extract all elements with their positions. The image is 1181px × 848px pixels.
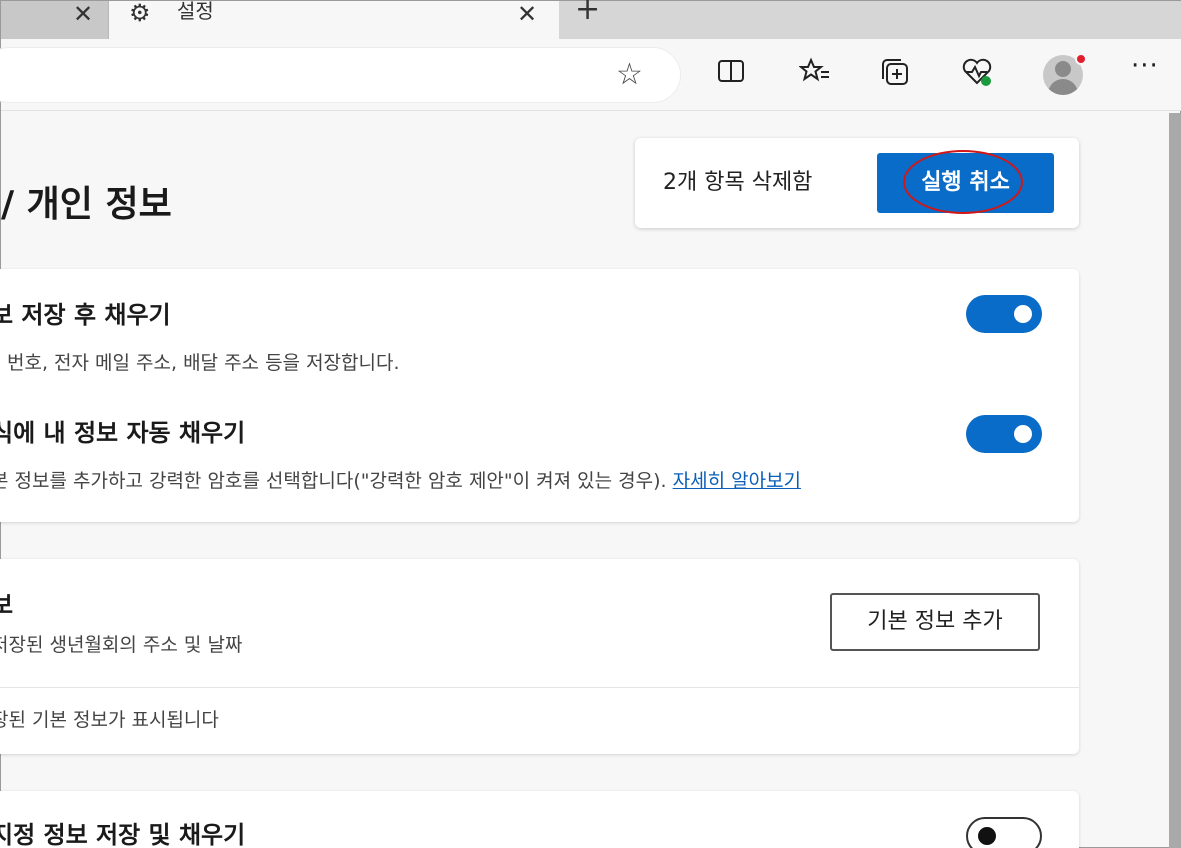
- address-bar[interactable]: ☆: [0, 47, 681, 103]
- toggle-knob: [978, 827, 996, 845]
- avatar-head: [1055, 61, 1071, 77]
- learn-more-link[interactable]: 자세히 알아보기: [673, 470, 801, 492]
- more-icon[interactable]: ···: [1131, 51, 1159, 81]
- basic-info-description: 저장된 생년월회의 주소 및 날짜: [0, 634, 243, 656]
- close-icon[interactable]: ✕: [517, 1, 537, 27]
- save-fill-title: 보 저장 후 채우기: [0, 301, 171, 329]
- star-icon[interactable]: ☆: [616, 58, 643, 92]
- split-screen-icon[interactable]: [713, 57, 749, 92]
- toolbar: ☆ ···: [0, 39, 1181, 111]
- scrollbar[interactable]: [1169, 113, 1181, 848]
- deleted-toast: 2개 항목 삭제함 실행 취소: [635, 138, 1079, 228]
- collections-icon[interactable]: [877, 57, 913, 94]
- tab-settings[interactable]: ⚙ 설정 ✕: [109, 0, 559, 39]
- autofill-forms-toggle[interactable]: [966, 415, 1042, 453]
- browser-essentials-icon[interactable]: [959, 57, 995, 94]
- basic-info-title: 보: [0, 591, 14, 619]
- autofill-forms-text: 본 정보를 추가하고 강력한 암호를 선택합니다("강력한 암호 제안"이 켜져…: [0, 470, 667, 492]
- autofill-forms-title: 식에 내 정보 자동 채우기: [0, 419, 246, 447]
- gear-icon: ⚙: [129, 0, 151, 27]
- close-icon[interactable]: ✕: [73, 1, 93, 27]
- basic-info-empty-text: 장된 기본 정보가 표시됩니다: [0, 709, 219, 731]
- tab-previous[interactable]: ✕: [1, 1, 109, 39]
- toggle-knob: [1014, 425, 1032, 443]
- custom-info-title: 지정 정보 저장 및 채우기: [0, 821, 246, 848]
- page-title: / 개인 정보: [1, 184, 172, 225]
- custom-info-card: 지정 정보 저장 및 채우기: [0, 791, 1079, 848]
- basic-info-card: 보 저장된 생년월회의 주소 및 날짜 기본 정보 추가 장된 기본 정보가 표…: [0, 559, 1079, 754]
- highlight-circle: [903, 150, 1023, 214]
- toggle-knob: [1014, 305, 1032, 323]
- new-tab-button[interactable]: +: [575, 0, 600, 25]
- save-fill-description: 번호, 전자 메일 주소, 배달 주소 등을 저장합니다.: [7, 352, 400, 374]
- divider: [0, 687, 1079, 688]
- add-basic-info-button[interactable]: 기본 정보 추가: [830, 593, 1040, 651]
- save-fill-toggle[interactable]: [966, 295, 1042, 333]
- autofill-forms-description: 본 정보를 추가하고 강력한 암호를 선택합니다("강력한 암호 제안"이 켜져…: [0, 467, 801, 495]
- custom-info-toggle[interactable]: [966, 817, 1042, 848]
- tab-strip: ✕ ⚙ 설정 ✕ +: [1, 0, 1181, 39]
- tab-title: 설정: [177, 0, 214, 23]
- favorites-icon[interactable]: [797, 57, 833, 92]
- avatar-body: [1048, 79, 1078, 95]
- autofill-card: 보 저장 후 채우기 번호, 전자 메일 주소, 배달 주소 등을 저장합니다.…: [0, 269, 1079, 522]
- toast-message: 2개 항목 삭제함: [663, 170, 813, 195]
- notification-dot: [1075, 53, 1087, 65]
